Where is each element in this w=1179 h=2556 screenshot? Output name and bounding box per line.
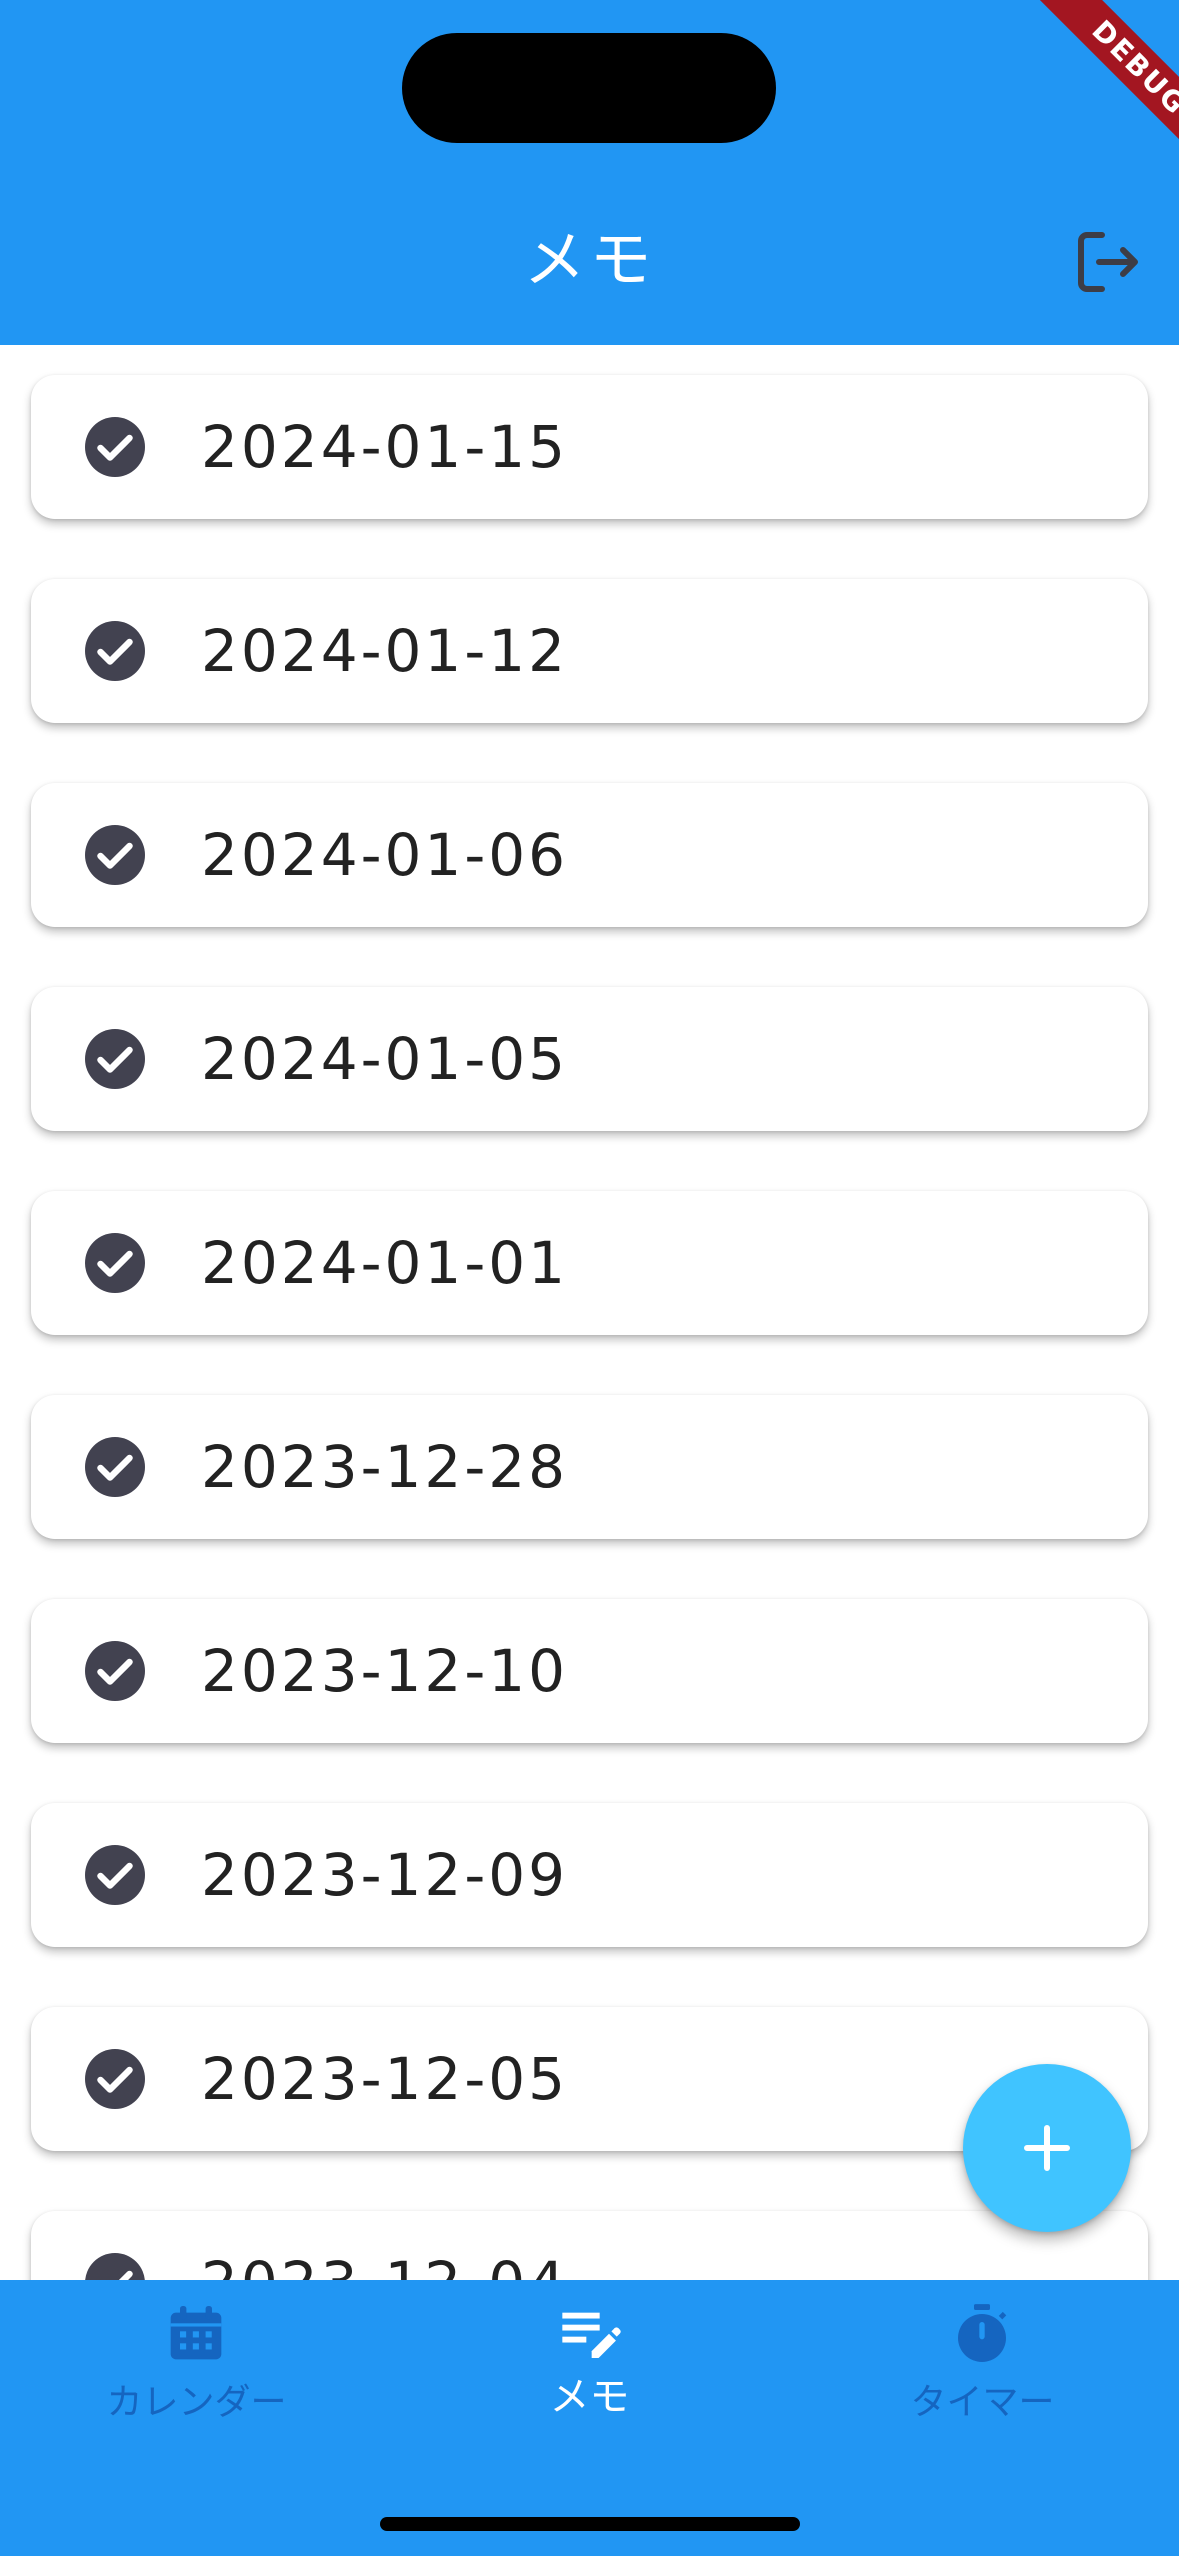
plus-icon (1024, 2125, 1070, 2171)
stopwatch-icon (958, 2304, 1007, 2362)
calendar-icon (170, 2306, 222, 2360)
memo-date: 2023-12-05 (201, 2045, 569, 2113)
check-circle-icon (85, 1845, 145, 1905)
check-circle-icon (85, 1641, 145, 1701)
nav-item-timer[interactable]: タイマー (786, 2280, 1179, 2480)
check-circle-icon (85, 825, 145, 885)
notes-edit-icon (562, 2312, 621, 2358)
check-circle-icon (85, 1233, 145, 1293)
check-circle-icon (85, 1029, 145, 1089)
memo-date: 2024-01-12 (201, 617, 569, 685)
nav-label-calendar: カレンダー (106, 2382, 287, 2423)
memo-date: 2024-01-05 (201, 1025, 569, 1093)
memo-card[interactable]: 2024-01-06 (31, 783, 1148, 927)
nav-item-memo[interactable]: メモ (393, 2280, 786, 2480)
check-circle-icon (85, 1437, 145, 1497)
debug-banner-label: DEBUG (1017, 0, 1179, 190)
memo-list[interactable]: 2024-01-15 2024-01-12 2024-01-06 2024-01… (0, 345, 1179, 2280)
memo-card[interactable]: 2023-12-28 (31, 1395, 1148, 1539)
memo-card[interactable]: 2024-01-15 (31, 375, 1148, 519)
dynamic-island (402, 33, 776, 143)
memo-card[interactable]: 2023-12-09 (31, 1803, 1148, 1947)
memo-date: 2023-12-28 (201, 1433, 569, 1501)
bottom-navigation: カレンダー メモ タイマー (0, 2280, 1179, 2556)
debug-banner: DEBUG (979, 0, 1179, 200)
memo-date: 2024-01-15 (201, 413, 569, 481)
add-memo-button[interactable] (963, 2064, 1131, 2232)
nav-label-memo: メモ (549, 2374, 630, 2420)
memo-date: 2023-12-04 (201, 2211, 568, 2280)
memo-card[interactable]: 2023-12-04 (31, 2211, 1148, 2280)
memo-date: 2024-01-06 (201, 821, 569, 889)
page-title: メモ (523, 223, 656, 296)
check-circle-icon (85, 2253, 145, 2280)
nav-item-calendar[interactable]: カレンダー (0, 2280, 393, 2480)
logout-button[interactable] (1072, 226, 1144, 298)
memo-date: 2023-12-10 (201, 1637, 569, 1705)
app-bar: メモ DEBUG (0, 0, 1179, 345)
nav-label-timer: タイマー (910, 2382, 1055, 2423)
logout-icon (1078, 232, 1138, 292)
check-circle-icon (85, 621, 145, 681)
check-circle-icon (85, 2049, 145, 2109)
home-indicator (380, 2517, 800, 2531)
memo-card[interactable]: 2024-01-12 (31, 579, 1148, 723)
memo-card[interactable]: 2024-01-01 (31, 1191, 1148, 1335)
check-circle-icon (85, 417, 145, 477)
memo-card[interactable]: 2024-01-05 (31, 987, 1148, 1131)
memo-date: 2023-12-09 (201, 1841, 569, 1909)
memo-card[interactable]: 2023-12-10 (31, 1599, 1148, 1743)
memo-date: 2024-01-01 (201, 1229, 569, 1297)
